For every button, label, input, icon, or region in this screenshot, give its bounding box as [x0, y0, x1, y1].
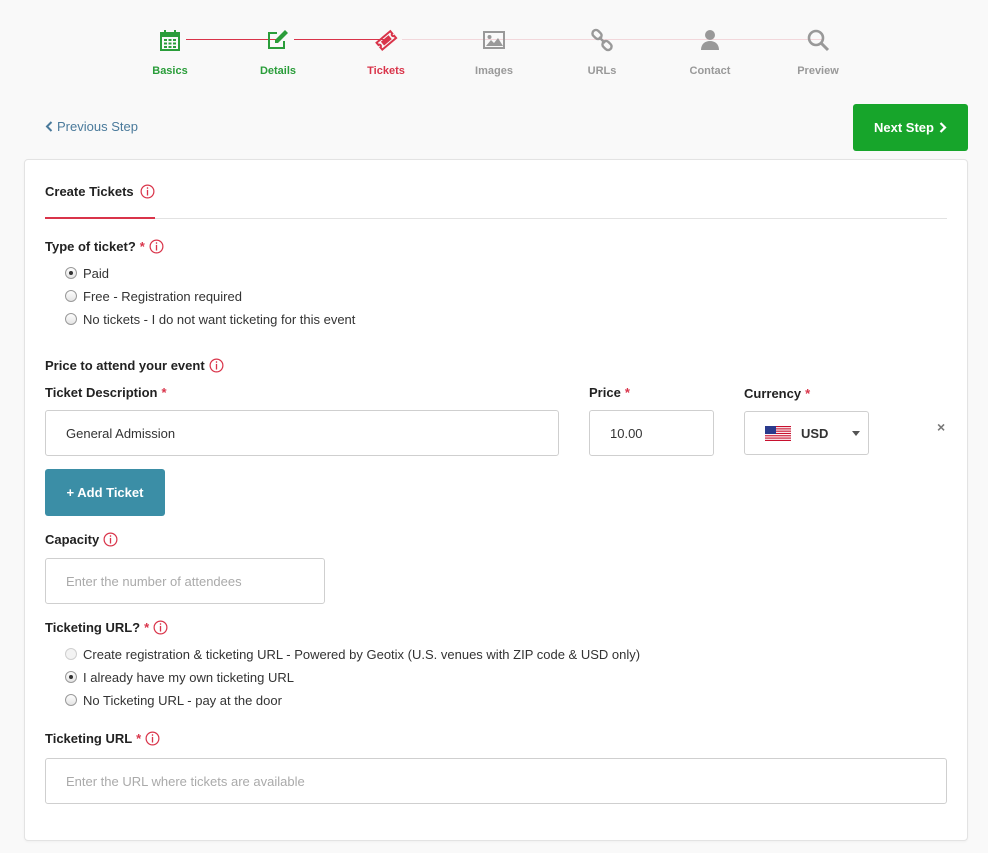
radio-free[interactable]: Free - Registration required: [65, 287, 242, 305]
ticketing-url-label: Ticketing URL *: [45, 731, 160, 746]
step-label: Details: [259, 65, 297, 77]
price-label-text: Price: [589, 385, 621, 400]
radio-button[interactable]: [65, 694, 77, 706]
radio-label: Create registration & ticketing URL - Po…: [83, 646, 641, 662]
radio-button[interactable]: [65, 267, 77, 279]
progress-stepper: Basics Details Tickets Images URLs Conta…: [116, 24, 876, 84]
info-icon[interactable]: [145, 731, 160, 746]
ticketing-url-label-text: Ticketing URL: [45, 731, 133, 746]
dropdown-caret-icon: [852, 431, 860, 436]
next-step-button[interactable]: Next Step: [853, 104, 968, 151]
search-icon: [807, 29, 830, 52]
price-label: Price *: [589, 385, 630, 400]
ticket-type-label: Type of ticket? *: [45, 239, 164, 254]
chevron-right-icon: [939, 122, 947, 133]
card-title: Create Tickets: [45, 184, 134, 199]
radio-own-ticketing-url[interactable]: I already have my own ticketing URL: [65, 668, 294, 686]
add-ticket-button[interactable]: + Add Ticket: [45, 469, 165, 516]
step-contact[interactable]: Contact: [656, 24, 764, 77]
step-label: Preview: [797, 65, 839, 77]
previous-step-link[interactable]: Previous Step: [45, 119, 138, 134]
edit-icon: [268, 30, 288, 49]
ticket-description-label: Ticket Description *: [45, 385, 167, 400]
ticket-description-input[interactable]: General Admission: [45, 410, 559, 456]
info-icon[interactable]: [140, 184, 155, 199]
active-tab-underline: [45, 217, 155, 219]
radio-paid[interactable]: Paid: [65, 264, 109, 282]
step-details[interactable]: Details: [224, 24, 332, 77]
ticket-description-value: General Admission: [66, 425, 176, 441]
info-icon[interactable]: [209, 358, 224, 373]
currency-label-text: Currency: [744, 386, 802, 401]
ticketing-url-input[interactable]: Enter the URL where tickets are availabl…: [45, 758, 947, 804]
radio-label: Free - Registration required: [83, 288, 242, 304]
required-mark: *: [624, 385, 630, 400]
radio-button[interactable]: [65, 648, 77, 660]
currency-value: USD: [801, 425, 829, 441]
radio-label: Paid: [83, 265, 110, 281]
radio-no-tickets[interactable]: No tickets - I do not want ticketing for…: [65, 310, 355, 328]
info-icon[interactable]: [103, 532, 118, 547]
capacity-input[interactable]: Enter the number of attendees: [45, 558, 325, 604]
chevron-left-icon: [45, 121, 53, 132]
calendar-icon: [160, 30, 180, 51]
step-urls[interactable]: URLs: [548, 24, 656, 77]
info-icon[interactable]: [153, 620, 168, 635]
required-mark: *: [139, 239, 145, 254]
link-icon: [591, 28, 613, 52]
ticketing-url-placeholder: Enter the URL where tickets are availabl…: [66, 773, 305, 789]
remove-ticket-button[interactable]: ×: [937, 419, 945, 435]
add-ticket-label: + Add Ticket: [66, 485, 144, 500]
radio-no-ticketing-url[interactable]: No Ticketing URL - pay at the door: [65, 691, 282, 709]
ticketing-url-choice-label: Ticketing URL? *: [45, 620, 168, 635]
next-step-label: Next Step: [874, 120, 934, 135]
previous-step-label: Previous Step: [57, 119, 138, 134]
create-tickets-tab[interactable]: Create Tickets: [45, 184, 155, 199]
radio-button[interactable]: [65, 290, 77, 302]
capacity-label-text: Capacity: [45, 532, 100, 547]
step-basics[interactable]: Basics: [116, 24, 224, 77]
step-preview[interactable]: Preview: [764, 24, 872, 77]
ticket-description-label-text: Ticket Description: [45, 385, 158, 400]
price-value: 10.00: [610, 425, 643, 441]
radio-label: No Ticketing URL - pay at the door: [83, 692, 282, 708]
step-label: Contact: [689, 65, 731, 77]
radio-button[interactable]: [65, 313, 77, 325]
capacity-label: Capacity: [45, 532, 118, 547]
tab-divider: [45, 218, 947, 219]
required-mark: *: [136, 731, 142, 746]
create-tickets-card: Create Tickets Type of ticket? * Paid Fr…: [24, 159, 968, 841]
step-tickets[interactable]: Tickets: [332, 24, 440, 77]
required-mark: *: [161, 385, 167, 400]
capacity-placeholder: Enter the number of attendees: [66, 573, 242, 589]
step-images[interactable]: Images: [440, 24, 548, 77]
user-icon: [701, 30, 719, 50]
price-section-title: Price to attend your event: [45, 358, 224, 373]
currency-label: Currency *: [744, 386, 810, 401]
step-label: Tickets: [367, 65, 405, 77]
ticket-type-label-text: Type of ticket?: [45, 239, 136, 254]
step-label: Images: [475, 65, 513, 77]
radio-label: I already have my own ticketing URL: [83, 669, 294, 685]
us-flag-icon: [765, 425, 791, 441]
step-label: URLs: [587, 65, 617, 77]
required-mark: *: [805, 386, 811, 401]
ticketing-url-choice-label-text: Ticketing URL?: [45, 620, 141, 635]
price-input[interactable]: 10.00: [589, 410, 714, 456]
radio-create-geotix-url[interactable]: Create registration & ticketing URL - Po…: [65, 645, 640, 663]
required-mark: *: [144, 620, 150, 635]
radio-button[interactable]: [65, 671, 77, 683]
ticket-icon: [375, 29, 398, 52]
info-icon[interactable]: [149, 239, 164, 254]
image-icon: [483, 31, 505, 49]
currency-select[interactable]: USD: [744, 411, 869, 455]
radio-label: No tickets - I do not want ticketing for…: [83, 311, 356, 327]
price-section-title-text: Price to attend your event: [45, 358, 205, 373]
step-label: Basics: [152, 65, 188, 77]
